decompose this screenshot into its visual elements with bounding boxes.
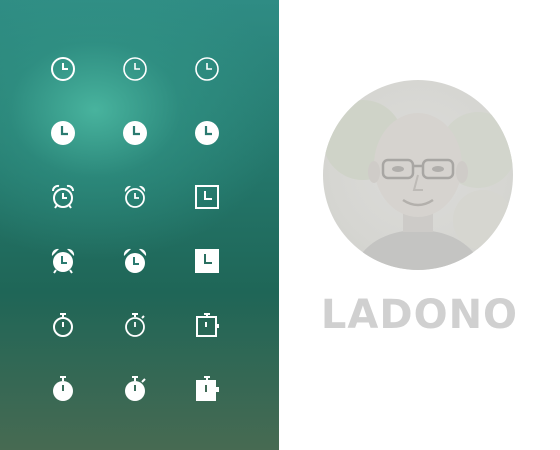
clock-thin-outline-icon [122, 56, 148, 82]
profile-avatar [323, 80, 513, 270]
icon-showcase-panel [0, 0, 279, 450]
clock-solid-icon [50, 120, 76, 146]
alarm-clock-outline-icon [122, 184, 148, 210]
stopwatch-solid-icon [50, 376, 76, 402]
clock-outline-icon [50, 56, 76, 82]
alarm-clock-outline-icon [50, 184, 76, 210]
square-clock-solid-icon [194, 248, 220, 274]
brand-logo: LADONO [320, 292, 519, 338]
clock-solid-icon [194, 120, 220, 146]
stopwatch-outline-icon [50, 312, 76, 338]
square-clock-outline-icon [194, 184, 220, 210]
alarm-clock-solid-icon [50, 248, 76, 274]
square-timer-solid-icon [194, 376, 220, 402]
clock-solid-icon [122, 120, 148, 146]
profile-panel: LADONO [279, 0, 560, 450]
stopwatch-outline-icon [122, 312, 148, 338]
alarm-clock-solid-icon [122, 248, 148, 274]
stopwatch-solid-icon [122, 376, 148, 402]
clock-thin-outline-icon [194, 56, 220, 82]
square-timer-outline-icon [194, 312, 220, 338]
